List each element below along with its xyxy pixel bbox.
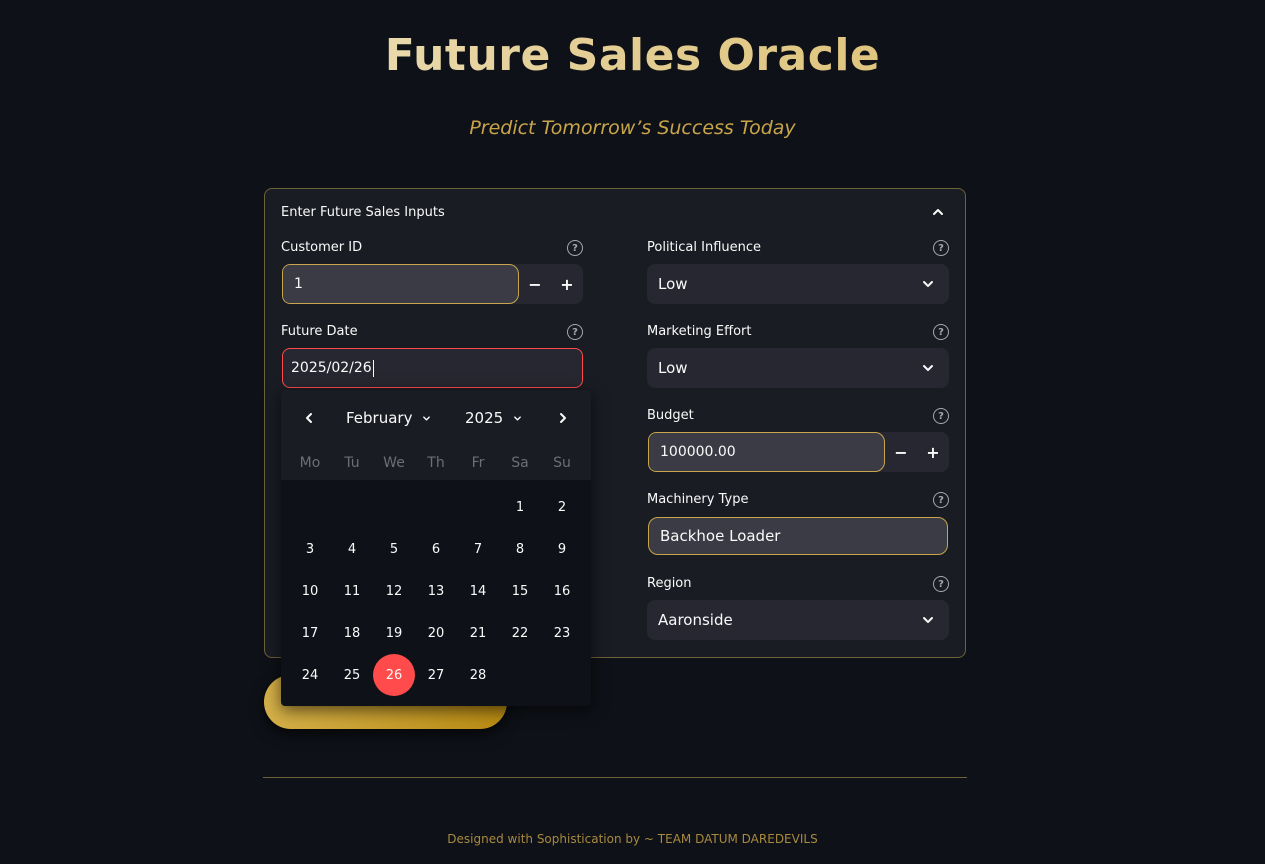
footer-divider — [263, 777, 967, 778]
marketing-effort-value: Low — [658, 359, 688, 377]
calendar-day[interactable]: 11 — [331, 570, 373, 612]
chevron-down-icon — [423, 415, 431, 421]
calendar-day[interactable]: 12 — [373, 570, 415, 612]
customer-id-label: Customer ID — [281, 240, 363, 255]
customer-id-input: 1 − + — [282, 264, 583, 304]
machinery-type-input[interactable]: Backhoe Loader — [648, 517, 948, 555]
footer-credit: Designed with Sophistication by ~ TEAM D… — [447, 832, 818, 846]
marketing-effort-label: Marketing Effort — [647, 324, 752, 339]
calendar-day[interactable]: 10 — [289, 570, 331, 612]
calendar-day[interactable]: 9 — [541, 528, 583, 570]
calendar-day[interactable]: 18 — [331, 612, 373, 654]
weekday-header: Su — [553, 455, 571, 471]
calendar-day[interactable]: 15 — [499, 570, 541, 612]
app-subtitle: Predict Tomorrow’s Success Today — [469, 117, 796, 139]
budget-field[interactable]: 100000.00 — [648, 432, 885, 472]
calendar-day-selected[interactable]: 26 — [373, 654, 415, 696]
calendar-day[interactable]: 25 — [331, 654, 373, 696]
help-circle-icon[interactable]: ? — [933, 576, 949, 592]
calendar-day[interactable]: 17 — [289, 612, 331, 654]
calendar-day[interactable]: 3 — [289, 528, 331, 570]
help-circle-icon[interactable]: ? — [567, 324, 583, 340]
budget-input: 100000.00 − + — [648, 432, 949, 472]
calendar-day[interactable]: 5 — [373, 528, 415, 570]
weekday-header: Fr — [471, 455, 485, 471]
marketing-effort-select[interactable]: Low — [647, 348, 949, 388]
app-title: Future Sales Oracle — [0, 30, 1265, 81]
calendar-day[interactable]: 2 — [541, 486, 583, 528]
political-influence-value: Low — [658, 275, 688, 293]
chevron-left-icon — [306, 413, 312, 423]
year-select[interactable]: 2025 — [465, 408, 522, 428]
weekday-header: Tu — [344, 455, 360, 471]
help-circle-icon[interactable]: ? — [567, 240, 583, 256]
calendar-day[interactable]: 6 — [415, 528, 457, 570]
calendar-day[interactable]: 20 — [415, 612, 457, 654]
calendar-day[interactable]: 19 — [373, 612, 415, 654]
political-influence-select[interactable]: Low — [647, 264, 949, 304]
calendar-day[interactable]: 22 — [499, 612, 541, 654]
weekday-header: Sa — [511, 455, 529, 471]
increment-button[interactable]: + — [551, 264, 583, 304]
month-value: February — [346, 409, 413, 427]
text-caret — [372, 359, 374, 377]
calendar-day[interactable]: 4 — [331, 528, 373, 570]
weekday-header: Mo — [299, 455, 321, 471]
calendar-day[interactable]: 24 — [289, 654, 331, 696]
help-circle-icon[interactable]: ? — [933, 324, 949, 340]
expander-label[interactable]: Enter Future Sales Inputs — [281, 205, 445, 220]
prev-month-button[interactable] — [299, 408, 319, 428]
help-circle-icon[interactable]: ? — [933, 408, 949, 424]
chevron-up-icon[interactable] — [931, 205, 945, 219]
region-value: Aaronside — [658, 611, 733, 629]
calendar-day[interactable]: 7 — [457, 528, 499, 570]
future-date-value: 2025/02/26 — [291, 360, 372, 376]
calendar-day[interactable]: 23 — [541, 612, 583, 654]
calendar-day[interactable]: 16 — [541, 570, 583, 612]
increment-button[interactable]: + — [917, 432, 949, 472]
calendar-day[interactable]: 8 — [499, 528, 541, 570]
decrement-button[interactable]: − — [519, 264, 551, 304]
calendar-day[interactable]: 27 — [415, 654, 457, 696]
future-date-label: Future Date — [281, 324, 358, 339]
year-value: 2025 — [465, 409, 504, 427]
calendar-day[interactable]: 13 — [415, 570, 457, 612]
decrement-button[interactable]: − — [885, 432, 917, 472]
calendar-day[interactable]: 1 — [499, 486, 541, 528]
chevron-down-icon — [923, 281, 933, 287]
region-label: Region — [647, 576, 692, 591]
month-select[interactable]: February — [346, 408, 431, 428]
chevron-right-icon — [560, 413, 566, 423]
budget-label: Budget — [647, 408, 694, 423]
date-picker-popover: February 2025 Mo Tu We Th Fr Sa Su 1 2 3 4 5 6 7 8 9 10 1… — [281, 390, 591, 706]
weekday-header: Th — [427, 455, 445, 471]
customer-id-field[interactable]: 1 — [282, 264, 519, 304]
calendar-day[interactable]: 21 — [457, 612, 499, 654]
weekday-header: We — [383, 455, 405, 471]
help-circle-icon[interactable]: ? — [933, 492, 949, 508]
machinery-type-label: Machinery Type — [647, 492, 749, 507]
future-date-input[interactable]: 2025/02/26 — [282, 348, 583, 388]
chevron-down-icon — [514, 415, 522, 421]
region-select[interactable]: Aaronside — [647, 600, 949, 640]
calendar-day[interactable]: 14 — [457, 570, 499, 612]
next-month-button[interactable] — [553, 408, 573, 428]
political-influence-label: Political Influence — [647, 240, 762, 255]
chevron-down-icon — [923, 617, 933, 623]
calendar-day[interactable]: 28 — [457, 654, 499, 696]
chevron-down-icon — [923, 365, 933, 371]
help-circle-icon[interactable]: ? — [933, 240, 949, 256]
